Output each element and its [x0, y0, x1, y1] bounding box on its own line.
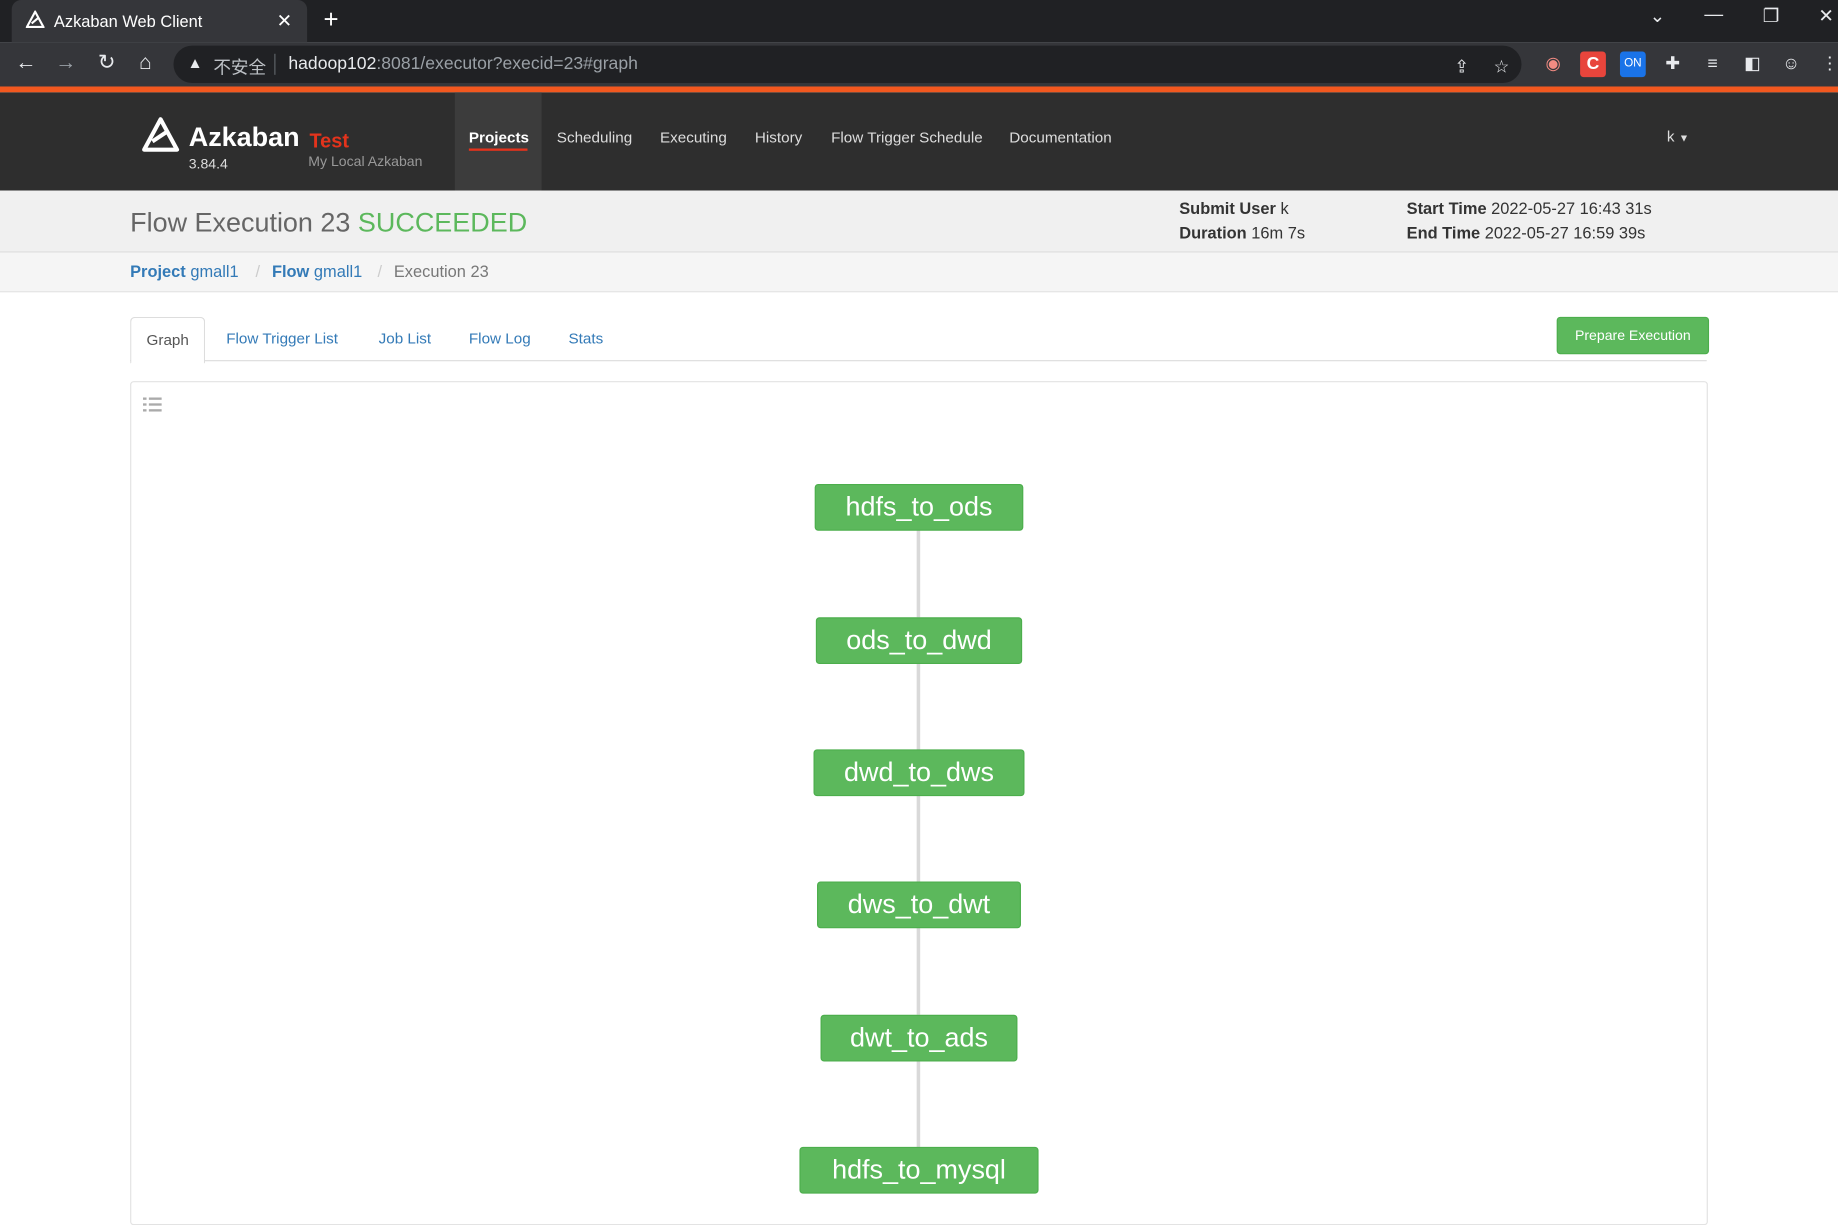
app-header: Azkaban Test 3.84.4 My Local Azkaban Pro… [0, 92, 1838, 191]
user-name: k [1666, 127, 1675, 145]
reading-list-icon[interactable]: ≡ [1700, 51, 1726, 77]
close-tab-icon[interactable]: ✕ [277, 9, 293, 32]
reload-icon[interactable]: ↻ [93, 50, 121, 75]
azkaban-logo-icon[interactable] [141, 116, 181, 156]
instance-subtitle: My Local Azkaban [308, 153, 423, 170]
tab-job-list[interactable]: Job List [363, 317, 446, 360]
browser-menu-icon[interactable]: ⋮ [1817, 51, 1838, 77]
omnibox-divider [274, 53, 276, 75]
breadcrumb-current: Execution 23 [393, 261, 489, 281]
graph-edge [916, 661, 921, 751]
url-text[interactable]: hadoop102:8081/executor?execid=23#graph [288, 54, 638, 74]
graph-node-hdfs-to-mysql[interactable]: hdfs_to_mysql [799, 1146, 1039, 1194]
submit-user-label: Submit User [1179, 198, 1276, 218]
nav-history[interactable]: History [755, 129, 802, 147]
extension-on-icon[interactable]: ON [1619, 51, 1646, 78]
tab-search-icon[interactable]: ⌄ [1636, 5, 1678, 28]
breadcrumb: Project gmall1 / Flow gmall1 / Execution… [0, 252, 1838, 293]
start-time-row: Start Time 2022-05-27 16:43 31s [1407, 199, 1652, 218]
execution-title: Flow Execution 23 SUCCEEDED [130, 207, 527, 239]
job-list-toggle-icon[interactable] [143, 396, 162, 412]
graph-edge [916, 793, 921, 883]
breadcrumb-project-label: Project [130, 261, 186, 281]
browser-tab[interactable]: Azkaban Web Client ✕ [11, 0, 308, 43]
nav-executing[interactable]: Executing [660, 129, 727, 147]
url-host: hadoop102 [288, 53, 377, 74]
duration-row: Duration 16m 7s [1179, 223, 1305, 242]
url-path: :8081/executor?execid=23#graph [376, 53, 638, 74]
graph-node-ods-to-dwd[interactable]: ods_to_dwd [815, 617, 1023, 665]
graph-node-dwt-to-ads[interactable]: dwt_to_ads [820, 1014, 1018, 1062]
execution-status: SUCCEEDED [357, 206, 528, 238]
end-time-row: End Time 2022-05-27 16:59 39s [1407, 223, 1646, 242]
start-time-value: 2022-05-27 16:43 31s [1491, 198, 1652, 218]
extension-cat-icon[interactable]: ◉ [1540, 51, 1566, 77]
submit-user-value: k [1280, 198, 1289, 218]
breadcrumb-flow-name: gmall1 [313, 261, 363, 281]
breadcrumb-project-name: gmall1 [190, 261, 239, 281]
nav-documentation[interactable]: Documentation [1009, 129, 1112, 147]
environment-label: Test [309, 129, 349, 152]
window-close-icon[interactable]: ✕ [1805, 5, 1838, 28]
extension-c-icon[interactable]: C [1580, 51, 1606, 78]
forward-icon[interactable]: → [52, 50, 80, 75]
new-tab-icon[interactable]: + [324, 5, 339, 35]
submit-user-row: Submit User k [1179, 199, 1288, 218]
home-icon[interactable]: ⌂ [131, 50, 159, 75]
graph-edge [916, 1059, 921, 1149]
nav-scheduling[interactable]: Scheduling [557, 129, 632, 147]
browser-tab-title: Azkaban Web Client [53, 11, 203, 31]
graph-node-hdfs-to-ods[interactable]: hdfs_to_ods [814, 484, 1024, 531]
nav-active-underline [468, 148, 528, 151]
user-menu[interactable]: k ▼ [1667, 127, 1689, 145]
breadcrumb-separator: / [377, 261, 383, 281]
prepare-execution-button[interactable]: Prepare Execution [1556, 316, 1710, 355]
breadcrumb-flow[interactable]: Flow gmall1 [272, 262, 362, 281]
address-bar[interactable]: ▲ 不安全 hadoop102:8081/executor?execid=23#… [173, 45, 1522, 84]
start-time-label: Start Time [1406, 198, 1487, 218]
browser-toolbar: ← → ↻ ⌂ ▲ 不安全 hadoop102:8081/executor?ex… [0, 42, 1838, 87]
back-icon[interactable]: ← [12, 50, 40, 75]
restore-icon[interactable]: ❐ [1750, 5, 1792, 28]
side-panel-icon[interactable]: ◧ [1740, 51, 1766, 77]
brand-name[interactable]: Azkaban [189, 122, 300, 154]
version-label: 3.84.4 [188, 155, 228, 172]
insecure-label[interactable]: 不安全 [213, 55, 266, 80]
breadcrumb-project[interactable]: Project gmall1 [130, 262, 239, 281]
azkaban-favicon-icon [25, 9, 47, 32]
end-time-label: End Time [1406, 223, 1481, 243]
tab-graph[interactable]: Graph [130, 316, 206, 364]
browser-tab-strip: Azkaban Web Client ✕ + ⌄ — ❐ ✕ [0, 0, 1838, 43]
minimize-icon[interactable]: — [1693, 5, 1735, 26]
extensions-puzzle-icon[interactable]: ✚ [1660, 51, 1686, 77]
graph-edge [916, 528, 921, 618]
bookmark-star-icon[interactable]: ☆ [1489, 55, 1515, 81]
warning-icon[interactable]: ▲ [188, 54, 203, 72]
share-icon[interactable]: ⇪ [1449, 55, 1475, 81]
graph-edge [916, 925, 921, 1015]
tab-stats[interactable]: Stats [553, 317, 618, 360]
caret-down-icon: ▼ [1678, 132, 1690, 144]
duration-value: 16m 7s [1251, 223, 1306, 243]
end-time-value: 2022-05-27 16:59 39s [1484, 223, 1646, 243]
tab-flow-log[interactable]: Flow Log [454, 317, 546, 360]
nav-flow-trigger-schedule[interactable]: Flow Trigger Schedule [831, 129, 983, 147]
breadcrumb-flow-label: Flow [271, 261, 310, 281]
profile-avatar-icon[interactable]: ☺ [1778, 51, 1804, 77]
execution-title-prefix: Flow Execution 23 [130, 206, 351, 238]
tab-flow-trigger-list[interactable]: Flow Trigger List [211, 317, 353, 360]
execution-header: Flow Execution 23 SUCCEEDED Submit User … [0, 190, 1838, 253]
tabs-baseline [130, 360, 1707, 362]
breadcrumb-separator: / [255, 261, 261, 281]
nav-projects[interactable]: Projects [469, 129, 529, 147]
duration-label: Duration [1179, 223, 1247, 243]
graph-node-dwd-to-dws[interactable]: dwd_to_dws [813, 749, 1025, 797]
graph-node-dws-to-dwt[interactable]: dws_to_dwt [817, 881, 1021, 929]
